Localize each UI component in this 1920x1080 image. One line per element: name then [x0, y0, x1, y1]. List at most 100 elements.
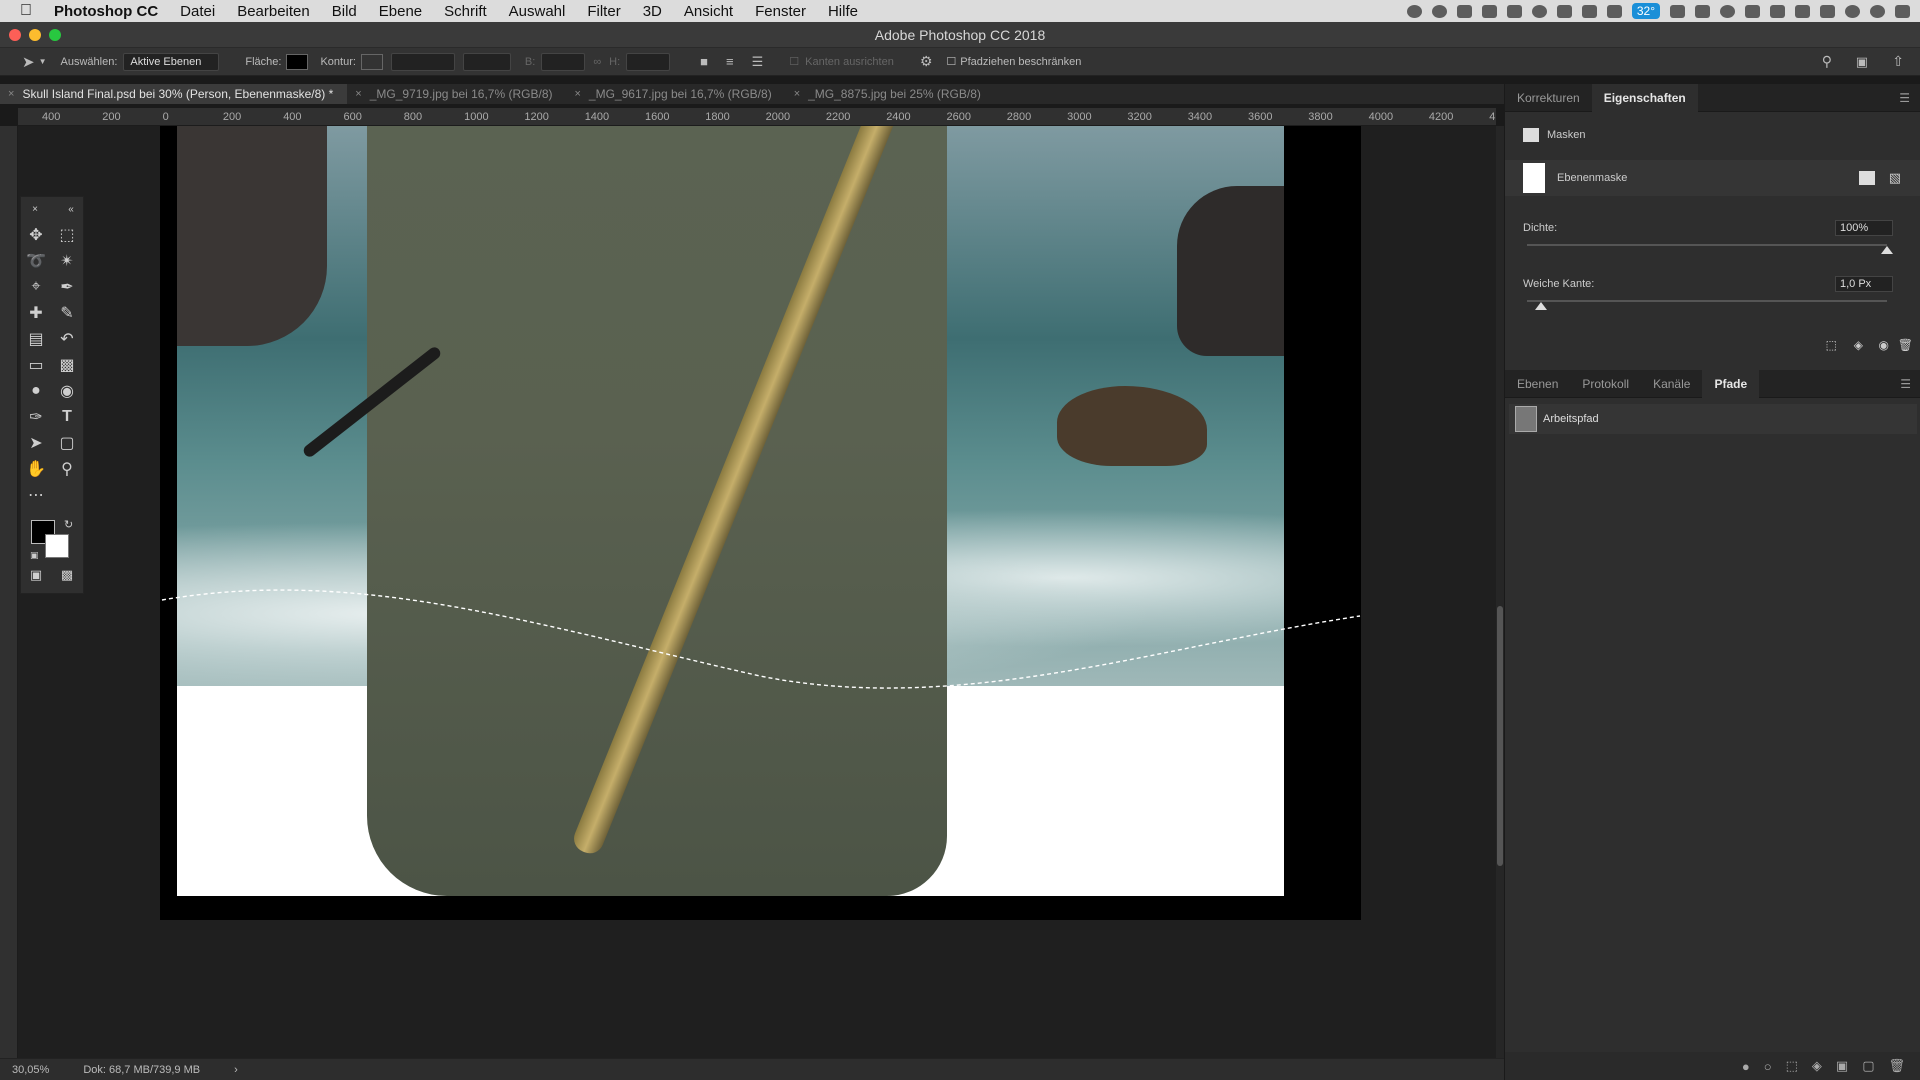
delete-mask-icon[interactable]: 🗑	[1898, 338, 1913, 352]
menu-ebene[interactable]: Ebene	[379, 3, 422, 20]
menu-auswahl[interactable]: Auswahl	[509, 3, 566, 20]
add-mask-icon[interactable]: ▣	[1836, 1058, 1848, 1074]
width-field[interactable]	[541, 52, 586, 71]
status-menu-arrow[interactable]: ›	[234, 1064, 238, 1076]
app-icon[interactable]	[1481, 4, 1497, 18]
default-colors-icon[interactable]: ▣	[30, 550, 39, 561]
vertical-scroll-thumb[interactable]	[1497, 606, 1503, 866]
workspace-icon[interactable]: ▣	[1856, 54, 1868, 70]
load-selection-icon[interactable]: ⬚	[1826, 338, 1837, 352]
select-pixel-mask-icon[interactable]	[1859, 171, 1875, 185]
share-icon[interactable]: ⇧	[1892, 53, 1904, 70]
record-icon[interactable]	[1406, 4, 1422, 18]
doc-tab-mg-9617[interactable]: × _MG_9617.jpg bei 16,7% (RGB/8)	[566, 84, 785, 104]
blur-tool-icon[interactable]: ●	[26, 381, 46, 401]
more-tools-icon[interactable]: ⋯	[26, 485, 46, 505]
vertical-scrollbar[interactable]	[1496, 126, 1504, 1062]
path-arrangement-icon[interactable]: ☰	[752, 54, 764, 70]
sync-icon[interactable]	[1431, 4, 1447, 18]
shape-tool-icon[interactable]: ▢	[57, 433, 77, 453]
density-field[interactable]: 100%	[1835, 220, 1893, 236]
menu-bearbeiten[interactable]: Bearbeiten	[237, 3, 310, 20]
layer-mask-row[interactable]: Ebenenmaske ▧	[1505, 160, 1920, 196]
menu-fenster[interactable]: Fenster	[755, 3, 806, 20]
gear-icon[interactable]: ⚙	[920, 53, 933, 70]
feather-slider[interactable]	[1527, 300, 1887, 310]
horizontal-ruler[interactable]: 400 200 0 200 400 600 800 1000 1200 1400 1600 1800 2…	[18, 108, 1496, 126]
eraser-tool-icon[interactable]: ▭	[26, 355, 46, 375]
notes-icon[interactable]	[1606, 4, 1622, 18]
path-selection-tool-icon[interactable]: ➤	[22, 53, 35, 71]
chevron-down-icon[interactable]: ▼	[39, 57, 47, 66]
airplay-icon[interactable]	[1795, 4, 1810, 18]
fill-path-icon[interactable]: ●	[1742, 1059, 1750, 1074]
menu-3d[interactable]: 3D	[643, 3, 662, 20]
fill-swatch[interactable]	[286, 53, 309, 70]
constrain-path-checkbox[interactable]: ☐	[946, 55, 956, 68]
wifi-icon[interactable]	[1770, 4, 1785, 18]
tab-protokoll[interactable]: Protokoll	[1570, 370, 1641, 398]
apply-mask-icon[interactable]: ◈	[1854, 338, 1863, 352]
evernote-icon[interactable]	[1556, 4, 1572, 18]
apple-icon[interactable]: 	[20, 2, 38, 20]
spotlight-icon[interactable]	[1845, 4, 1860, 18]
path-operations-icon[interactable]: ■	[700, 54, 708, 69]
dropbox-icon[interactable]	[1456, 4, 1472, 18]
expand-icon[interactable]: «	[61, 199, 81, 219]
notification-icon[interactable]	[1895, 4, 1910, 18]
link-icon[interactable]: ∞	[593, 56, 601, 68]
align-edges-checkbox[interactable]: ☐	[789, 55, 799, 68]
tab-eigenschaften[interactable]: Eigenschaften	[1591, 83, 1698, 112]
path-row-work-path[interactable]: Arbeitspfad	[1509, 404, 1917, 434]
crop-tool-icon[interactable]: ⌖	[26, 277, 46, 297]
load-path-as-selection-icon[interactable]: ⬚	[1786, 1058, 1798, 1074]
screen-mode-icon[interactable]: ▩	[57, 565, 77, 585]
panel-menu-icon[interactable]: ☰	[1900, 377, 1911, 391]
menu-schrift[interactable]: Schrift	[444, 3, 487, 20]
temperature-badge[interactable]: 32°	[1631, 3, 1660, 19]
close-tab-icon[interactable]: ×	[574, 88, 580, 100]
visibility-eye-icon[interactable]: ◉	[1879, 338, 1889, 352]
move-tool-icon[interactable]: ✥	[26, 225, 46, 245]
collapse-icon[interactable]: ×	[25, 199, 45, 219]
healing-brush-tool-icon[interactable]: ✚	[26, 303, 46, 323]
gradient-tool-icon[interactable]: ▩	[57, 355, 77, 375]
menu-datei[interactable]: Datei	[180, 3, 215, 20]
stroke-path-icon[interactable]: ○	[1764, 1059, 1772, 1074]
height-field[interactable]	[626, 52, 671, 71]
density-slider[interactable]	[1527, 244, 1893, 254]
tab-korrekturen[interactable]: Korrekturen	[1505, 84, 1592, 112]
battery-icon[interactable]	[1820, 4, 1835, 18]
history-brush-tool-icon[interactable]: ↶	[57, 329, 77, 349]
feather-slider-knob[interactable]	[1535, 302, 1548, 310]
menu-bild[interactable]: Bild	[332, 3, 357, 20]
tab-kanaele[interactable]: Kanäle	[1641, 370, 1702, 398]
vertical-ruler[interactable]	[0, 126, 18, 1062]
tab-ebenen[interactable]: Ebenen	[1505, 370, 1570, 398]
density-slider-knob[interactable]	[1881, 246, 1893, 254]
zoom-level[interactable]: 30,05%	[12, 1064, 49, 1076]
new-path-icon[interactable]: ▢	[1862, 1058, 1874, 1074]
doc-tab-mg-8875[interactable]: × _MG_8875.jpg bei 25% (RGB/8)	[786, 84, 995, 104]
doc-tab-skull-island[interactable]: × Skull Island Final.psd bei 30% (Person,…	[0, 84, 348, 104]
feather-field[interactable]: 1,0 Px	[1835, 276, 1893, 292]
quick-selection-tool-icon[interactable]: ✴	[57, 251, 77, 271]
zoom-tool-icon[interactable]: ⚲	[57, 459, 77, 479]
lasso-tool-icon[interactable]: ➰	[26, 251, 46, 271]
brush-tool-icon[interactable]: ✎	[57, 303, 77, 323]
path-selection-tool-icon[interactable]: ➤	[26, 433, 46, 453]
close-tab-icon[interactable]: ×	[8, 88, 14, 100]
cloud-icon[interactable]	[1531, 4, 1547, 18]
type-tool-icon[interactable]: T	[57, 407, 77, 427]
chat-icon[interactable]	[1695, 4, 1710, 18]
background-color-swatch[interactable]	[45, 534, 69, 558]
bluetooth-icon[interactable]	[1745, 4, 1760, 18]
close-tab-icon[interactable]: ×	[355, 88, 361, 100]
delete-path-icon[interactable]: 🗑	[1888, 1058, 1905, 1074]
dodge-tool-icon[interactable]: ◉	[57, 381, 77, 401]
eyedropper-tool-icon[interactable]: ✒	[57, 277, 77, 297]
hd-icon[interactable]	[1670, 4, 1685, 18]
add-vector-mask-icon[interactable]: ▧	[1889, 170, 1901, 186]
stroke-type-dropdown[interactable]	[462, 52, 511, 71]
search-icon[interactable]: ⚲	[1822, 53, 1832, 70]
